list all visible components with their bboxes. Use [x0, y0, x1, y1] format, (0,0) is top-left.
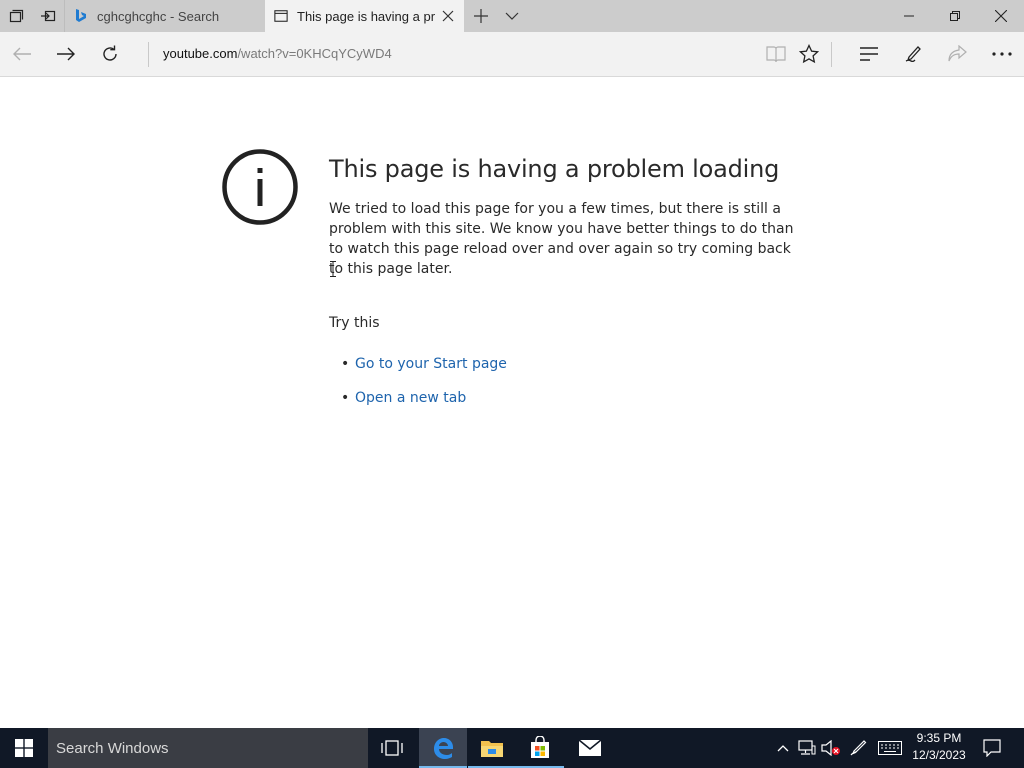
favorite-button[interactable]	[791, 36, 827, 72]
info-icon	[222, 149, 298, 225]
divider	[831, 42, 832, 67]
action-center-button[interactable]	[980, 728, 1004, 768]
address-host: youtube.com	[163, 46, 238, 61]
page-title: This page is having a problem loading	[329, 155, 780, 183]
tabs-aside-icon	[9, 9, 24, 23]
bullet: •	[341, 390, 350, 406]
pen-workspace-icon	[850, 740, 867, 756]
arrow-left-icon	[13, 47, 31, 61]
text-cursor-icon	[330, 261, 336, 277]
task-view-icon	[381, 740, 403, 756]
minimize-button[interactable]	[886, 0, 932, 32]
store-button[interactable]	[516, 728, 564, 768]
star-icon	[799, 44, 819, 64]
chevron-up-icon	[777, 745, 789, 752]
book-icon	[766, 46, 786, 63]
more-button[interactable]	[984, 36, 1020, 72]
tab-title: cghcghcghc - Search	[97, 8, 220, 24]
divider	[148, 42, 149, 67]
refresh-icon	[103, 45, 117, 61]
hub-button[interactable]	[851, 36, 887, 72]
try-this-heading: Try this	[329, 315, 380, 331]
network-button[interactable]	[796, 728, 818, 768]
edge-icon	[434, 738, 453, 759]
bing-icon	[74, 8, 88, 24]
refresh-button[interactable]	[92, 36, 128, 72]
restore-icon	[950, 11, 960, 21]
file-explorer-icon	[481, 741, 503, 757]
windows-logo-icon	[15, 739, 33, 757]
store-icon	[531, 736, 549, 758]
page-icon	[274, 8, 288, 24]
close-icon	[995, 10, 1007, 22]
restore-button[interactable]	[932, 0, 978, 32]
address-bar[interactable]: youtube.com/watch?v=0KHCqYCyWD4	[163, 46, 392, 61]
tab-search[interactable]: cghcghcghc - Search	[64, 0, 265, 32]
mail-button[interactable]	[566, 728, 614, 768]
start-page-link[interactable]: Go to your Start page	[355, 356, 507, 372]
set-tabs-aside-button[interactable]	[32, 0, 64, 32]
taskbar: Search Windows 9:35 PM 12/3/2023	[0, 728, 1024, 768]
network-icon	[798, 740, 816, 755]
close-window-button[interactable]	[978, 0, 1024, 32]
suggestion-item: • Go to your Start page	[341, 356, 507, 372]
taskbar-search-box[interactable]: Search Windows	[48, 728, 368, 768]
close-icon	[442, 10, 454, 22]
tab-bar: cghcghcghc - Search This page is having …	[0, 0, 1024, 32]
start-button[interactable]	[0, 728, 48, 768]
set-aside-icon	[41, 10, 56, 22]
file-explorer-button[interactable]	[468, 728, 516, 768]
touch-keyboard-button[interactable]	[876, 728, 904, 768]
bullet: •	[341, 356, 350, 372]
forward-button[interactable]	[48, 36, 84, 72]
error-description: We tried to load this page for you a few…	[329, 201, 794, 277]
reading-view-button[interactable]	[758, 36, 794, 72]
share-icon	[948, 45, 967, 62]
share-button[interactable]	[939, 36, 975, 72]
close-tab-button[interactable]	[440, 8, 456, 24]
tab-current[interactable]: This page is having a pr	[265, 0, 464, 32]
chevron-down-icon	[505, 12, 519, 20]
tab-list-button[interactable]	[496, 0, 528, 32]
mail-icon	[578, 739, 602, 756]
volume-button[interactable]	[820, 728, 842, 768]
edge-app-button[interactable]	[419, 728, 467, 768]
task-view-button[interactable]	[368, 728, 416, 768]
notification-icon	[983, 739, 1001, 757]
new-tab-button[interactable]	[465, 0, 497, 32]
clock-date: 12/3/2023	[912, 748, 966, 762]
back-button[interactable]	[4, 36, 40, 72]
suggestion-item: • Open a new tab	[341, 390, 466, 406]
navigation-bar: youtube.com/watch?v=0KHCqYCyWD4	[0, 32, 1024, 77]
pen-icon	[905, 46, 921, 63]
clock[interactable]: 9:35 PM 12/3/2023	[904, 730, 974, 766]
hub-icon	[860, 47, 878, 61]
tab-preview-button[interactable]	[0, 0, 32, 32]
show-hidden-icons-button[interactable]	[774, 728, 792, 768]
new-tab-link[interactable]: Open a new tab	[355, 390, 466, 406]
keyboard-icon	[878, 741, 902, 755]
minimize-icon	[904, 15, 914, 17]
plus-icon	[474, 9, 488, 23]
search-placeholder: Search Windows	[56, 739, 169, 757]
arrow-right-icon	[57, 47, 75, 61]
volume-muted-icon	[821, 740, 840, 756]
clock-time: 9:35 PM	[916, 731, 962, 745]
tab-title: This page is having a pr	[297, 8, 435, 24]
pen-workspace-button[interactable]	[846, 728, 870, 768]
web-note-button[interactable]	[895, 36, 931, 72]
page-content: This page is having a problem loading We…	[0, 77, 1024, 728]
address-path: /watch?v=0KHCqYCyWD4	[237, 46, 392, 61]
screen: cghcghcghc - Search This page is having …	[0, 0, 1024, 768]
more-icon	[992, 52, 1012, 56]
